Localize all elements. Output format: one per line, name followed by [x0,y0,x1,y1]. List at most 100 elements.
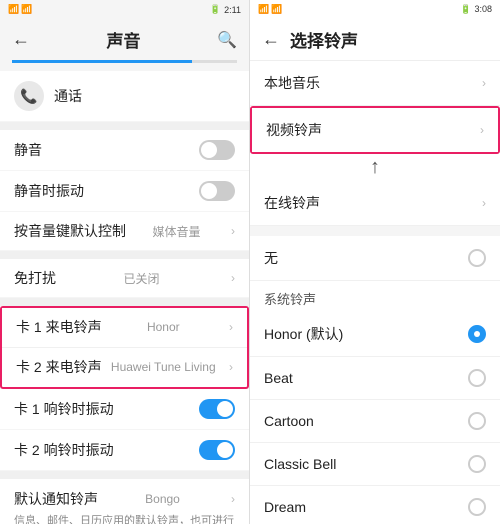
silent-toggle[interactable] [199,140,235,160]
do-not-disturb-right: 已关闭 [123,270,159,287]
left-search-button[interactable]: 🔍 [217,30,237,50]
left-signal: 📶 📶 [8,4,32,15]
right-back-button[interactable]: ← [262,29,280,50]
signal-icon: 📶 [8,4,19,15]
wifi-icon: 📶 [21,4,32,15]
card2-vibrate-toggle[interactable] [199,440,235,460]
volume-control-label: 按音量键默认控制 [14,221,126,241]
right-signal-icon: 📶 [258,4,269,15]
online-ringtone-label: 在线铃声 [264,193,320,213]
honor-label: Honor (默认) [264,324,343,344]
right-top-bar: ← 选择铃声 [250,19,500,61]
online-ringtone-chevron: › [482,196,486,210]
system-ringtone-label: 系统铃声 [264,292,316,307]
silent-row[interactable]: 静音 [0,130,249,170]
right-arrow-indicator: ↑ [250,154,500,181]
left-page-title: 声音 [107,27,141,52]
ringtone-dream[interactable]: Dream [250,486,500,524]
video-ringtone-row[interactable]: 视频铃声 › [252,108,498,152]
do-not-disturb-chevron: › [231,271,235,285]
online-ringtone-row[interactable]: 在线铃声 › [250,181,500,226]
video-ringtone-label: 视频铃声 [266,120,322,140]
ringtone-beat[interactable]: Beat [250,357,500,400]
default-notify-section[interactable]: 默认通知铃声 Bongo › 信息、邮件、日历应用的默认铃声，也可进行个性化设置 [0,479,249,524]
silent-vibrate-toggle[interactable] [199,181,235,201]
right-status-bar: 📶 📶 🔋 3:08 [250,0,500,19]
left-status-bar: 📶 📶 🔋 2:11 [0,0,249,19]
volume-control-right: 媒体音量 [152,223,200,240]
none-radio[interactable] [468,249,486,267]
classic-bell-radio[interactable] [468,455,486,473]
beat-radio[interactable] [468,369,486,387]
right-page-title: 选择铃声 [290,27,358,52]
card1-ringtone-chevron: › [229,320,233,334]
beat-label: Beat [264,370,293,386]
ringtone-cartoon[interactable]: Cartoon [250,400,500,443]
volume-control-chevron: › [231,224,235,238]
card1-vibrate-label: 卡 1 响铃时振动 [14,399,114,419]
default-notify-label: 默认通知铃声 [14,489,98,509]
silent-vibrate-row[interactable]: 静音时振动 [0,171,249,211]
do-not-disturb-row[interactable]: 免打扰 已关闭 › [0,259,249,297]
card2-ringtone-right: Huawei Tune Living [111,360,216,374]
left-back-button[interactable]: ← [12,29,30,50]
honor-radio[interactable] [468,325,486,343]
system-ringtone-header: 系统铃声 [250,281,500,312]
right-time: 3:08 [474,4,492,15]
dream-label: Dream [264,499,306,515]
default-notify-right: Bongo [145,492,180,506]
card1-ringtone-row[interactable]: 卡 1 来电铃声 Honor › [2,308,247,346]
none-label: 无 [264,248,278,268]
cartoon-radio[interactable] [468,412,486,430]
call-section[interactable]: 📞 通话 [0,71,249,121]
left-time: 2:11 [224,5,241,15]
local-music-chevron: › [482,76,486,90]
card2-ringtone-label: 卡 2 来电铃声 [16,357,102,377]
up-arrow-right-icon: ↑ [370,156,380,178]
volume-control-row[interactable]: 按音量键默认控制 媒体音量 › [0,212,249,250]
local-music-row[interactable]: 本地音乐 › [250,61,500,106]
call-icon: 📞 [14,81,44,111]
right-divider-1 [250,226,500,236]
card1-ringtone-right: Honor [147,320,180,334]
ringtone-honor[interactable]: Honor (默认) [250,312,500,357]
right-right-icons: 🔋 3:08 [460,4,492,15]
battery-icon: 🔋 [210,4,221,15]
left-right-icons: 🔋 2:11 [210,4,241,15]
card2-ringtone-chevron: › [229,360,233,374]
do-not-disturb-label: 免打扰 [14,268,56,288]
silent-vibrate-label: 静音时振动 [14,181,84,201]
right-signal: 📶 📶 [258,4,282,15]
divider-4 [0,471,249,479]
divider-1 [0,122,249,130]
ringtone-classic-bell[interactable]: Classic Bell [250,443,500,486]
cartoon-label: Cartoon [264,413,314,429]
card2-vibrate-label: 卡 2 响铃时振动 [14,440,114,460]
card1-vibrate-row[interactable]: 卡 1 响铃时振动 [0,389,249,429]
default-notify-desc: 信息、邮件、日历应用的默认铃声，也可进行个性化设置 [14,512,235,524]
video-ringtone-highlight: 视频铃声 › [250,106,500,154]
none-row[interactable]: 无 [250,236,500,281]
local-music-label: 本地音乐 [264,73,320,93]
card1-ringtone-highlight: 卡 1 来电铃声 Honor › 卡 2 来电铃声 Huawei Tune Li… [0,306,249,389]
divider-3 [0,298,249,306]
classic-bell-label: Classic Bell [264,456,336,472]
default-notify-chevron: › [231,492,235,506]
silent-label: 静音 [14,140,42,160]
card2-ringtone-row[interactable]: 卡 2 来电铃声 Huawei Tune Living › [2,347,247,386]
divider-2 [0,251,249,259]
card1-ringtone-label: 卡 1 来电铃声 [16,317,102,337]
call-label: 通话 [54,86,235,106]
video-ringtone-chevron: › [480,123,484,137]
volume-slider-top[interactable] [12,60,237,63]
card2-vibrate-row[interactable]: 卡 2 响铃时振动 [0,430,249,470]
right-battery-icon: 🔋 [460,4,471,15]
right-panel: 📶 📶 🔋 3:08 ← 选择铃声 本地音乐 › 视频铃声 › ↑ [250,0,500,524]
left-top-bar: ← 声音 🔍 [0,19,249,60]
left-panel: 📶 📶 🔋 2:11 ← 声音 🔍 📞 通话 静音 静音时振动 [0,0,250,524]
right-content: 本地音乐 › 视频铃声 › ↑ 在线铃声 › 无 系统铃声 [250,61,500,524]
right-wifi-icon: 📶 [271,4,282,15]
dream-radio[interactable] [468,498,486,516]
card1-vibrate-toggle[interactable] [199,399,235,419]
left-content: 📞 通话 静音 静音时振动 按音量键默认控制 媒体音量 › 免打扰 已关闭 › [0,71,249,524]
